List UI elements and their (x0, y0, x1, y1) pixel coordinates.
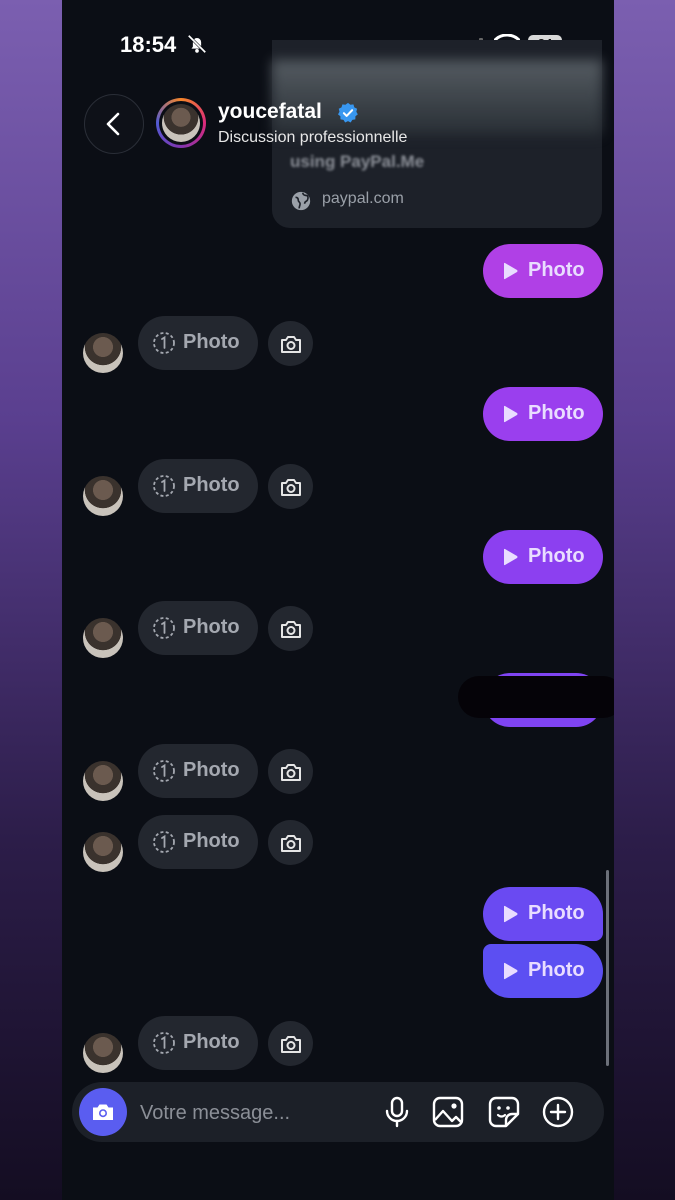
outgoing-photo-message[interactable]: Photo (483, 887, 603, 941)
message-input[interactable] (138, 1095, 372, 1131)
camera-button[interactable] (79, 1088, 127, 1136)
outgoing-photo-message[interactable]: Photo (483, 944, 603, 998)
link-preview-domain: paypal.com (322, 190, 404, 207)
incoming-photo-message[interactable]: Photo (138, 459, 258, 513)
sticker-icon[interactable] (488, 1096, 520, 1128)
photo-label: Photo (183, 616, 240, 638)
camera-icon (281, 479, 301, 496)
view-once-icon (153, 617, 175, 639)
view-once-icon (153, 475, 175, 497)
camera-reply-button[interactable] (268, 464, 313, 509)
camera-reply-button[interactable] (268, 1021, 313, 1066)
bell-muted-icon (187, 34, 207, 54)
view-once-icon (153, 332, 175, 354)
link-preview-title: using PayPal.Me (290, 152, 425, 171)
view-once-icon (153, 760, 175, 782)
photo-label: Photo (183, 474, 240, 496)
camera-icon (281, 764, 301, 781)
photo-label: Photo (528, 402, 585, 424)
sender-avatar[interactable] (83, 1033, 123, 1073)
outgoing-photo-message[interactable]: Photo (483, 530, 603, 584)
camera-reply-button[interactable] (268, 820, 313, 865)
status-time: 18:54 (120, 32, 177, 57)
sender-avatar[interactable] (83, 333, 123, 373)
contact-subtitle: Discussion professionnelle (218, 129, 408, 146)
photo-label: Photo (183, 331, 240, 353)
outgoing-photo-message[interactable]: Photo (483, 387, 603, 441)
view-once-icon (153, 1032, 175, 1054)
camera-reply-button[interactable] (268, 321, 313, 366)
plus-icon[interactable] (542, 1096, 574, 1128)
photo-label: Photo (528, 959, 585, 981)
view-once-icon (153, 831, 175, 853)
incoming-photo-message[interactable]: Photo (138, 1016, 258, 1070)
play-icon (504, 548, 518, 566)
globe-icon (291, 191, 311, 211)
incoming-photo-message[interactable]: Photo (138, 601, 258, 655)
photo-label: Photo (183, 830, 240, 852)
outgoing-photo-message[interactable]: Photo (483, 244, 603, 298)
chat-screen: 18:54 34 using PayPal.Me paypal.com (62, 0, 614, 1200)
sender-avatar[interactable] (83, 476, 123, 516)
message-composer (72, 1082, 604, 1142)
incoming-photo-message[interactable]: Photo (138, 744, 258, 798)
avatar-image (162, 104, 200, 142)
image-icon[interactable] (432, 1096, 464, 1128)
photo-label: Photo (528, 259, 585, 281)
play-icon (504, 405, 518, 423)
back-button[interactable] (84, 94, 144, 154)
photo-label: Photo (528, 545, 585, 567)
camera-icon (281, 835, 301, 852)
camera-icon (281, 336, 301, 353)
play-icon (504, 962, 518, 980)
camera-reply-button[interactable] (268, 606, 313, 651)
incoming-photo-message[interactable]: Photo (138, 316, 258, 370)
photo-label: Photo (183, 1031, 240, 1053)
camera-icon (93, 1104, 113, 1120)
header-avatar[interactable] (156, 98, 206, 148)
sender-avatar[interactable] (83, 761, 123, 801)
camera-reply-button[interactable] (268, 749, 313, 794)
play-icon (504, 905, 518, 923)
camera-icon (281, 1036, 301, 1053)
sender-avatar[interactable] (83, 618, 123, 658)
scrollbar[interactable] (606, 870, 609, 1066)
incoming-photo-message[interactable]: Photo (138, 815, 258, 869)
redaction-mark (458, 676, 614, 718)
play-icon (504, 262, 518, 280)
microphone-icon[interactable] (382, 1096, 412, 1128)
photo-label: Photo (528, 902, 585, 924)
sender-avatar[interactable] (83, 832, 123, 872)
verified-icon (338, 102, 358, 123)
back-arrow-icon (106, 112, 120, 136)
camera-icon (281, 621, 301, 638)
contact-name[interactable]: youcefatal (218, 100, 322, 124)
photo-label: Photo (183, 759, 240, 781)
